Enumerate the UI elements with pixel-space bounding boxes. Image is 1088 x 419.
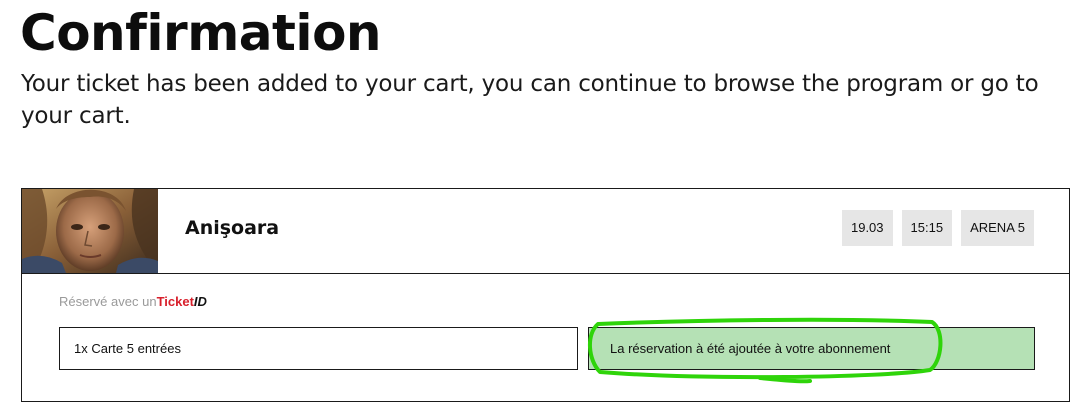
booking-card-header: Anişoara 19.03 15:15 ARENA 5 [22, 189, 1069, 274]
film-poster-image [22, 189, 158, 273]
film-title[interactable]: Anişoara [185, 217, 279, 239]
ticketid-logo-ticket: Ticket [156, 294, 194, 309]
screening-date-tag: 19.03 [841, 210, 893, 246]
booking-card: Anişoara 19.03 15:15 ARENA 5 Réservé ave… [21, 188, 1070, 402]
screening-venue-tag: ARENA 5 [961, 210, 1034, 246]
screening-time-tag: 15:15 [901, 210, 953, 246]
page-title: Confirmation [20, 4, 382, 62]
screening-tags: 19.03 15:15 ARENA 5 [841, 210, 1034, 246]
confirmation-message: Your ticket has been added to your cart,… [21, 71, 1039, 129]
ticket-item-box: 1x Carte 5 entrées [59, 327, 578, 370]
reserved-with-ticketid: Réservé avec unTicketID [59, 294, 207, 309]
ticketid-logo-id: ID [193, 294, 207, 309]
reserved-prefix: Réservé avec un [59, 294, 157, 309]
reservation-status-message: La réservation à été ajoutée à votre abo… [588, 327, 1035, 370]
